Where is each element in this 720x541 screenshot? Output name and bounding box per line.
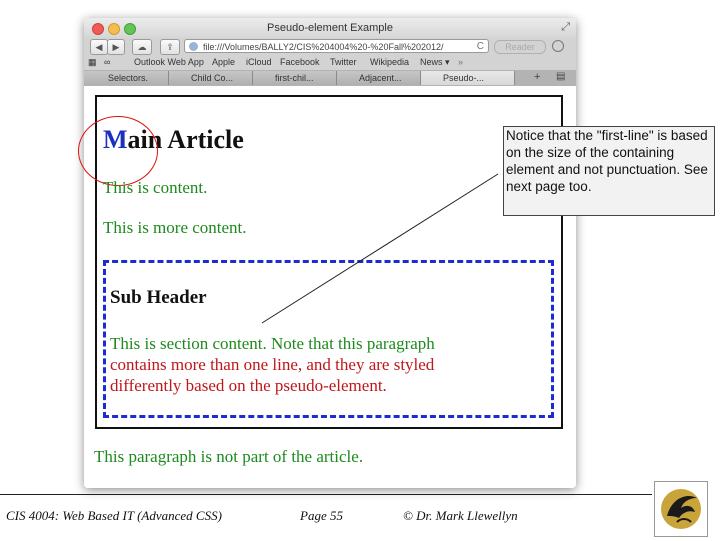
footer-page-number: Page 55: [300, 508, 343, 523]
footer-author: © Dr. Mark Llewellyn: [403, 508, 518, 523]
pegasus-logo-icon: [661, 489, 701, 529]
footer-course: CIS 4004: Web Based IT (Advanced CSS): [6, 508, 222, 523]
footer-rule: [0, 494, 652, 495]
ucf-pegasus-logo: [654, 481, 708, 537]
callout-leader-line: [261, 173, 499, 324]
callout-note: Notice that the "first-line" is based on…: [503, 126, 715, 216]
